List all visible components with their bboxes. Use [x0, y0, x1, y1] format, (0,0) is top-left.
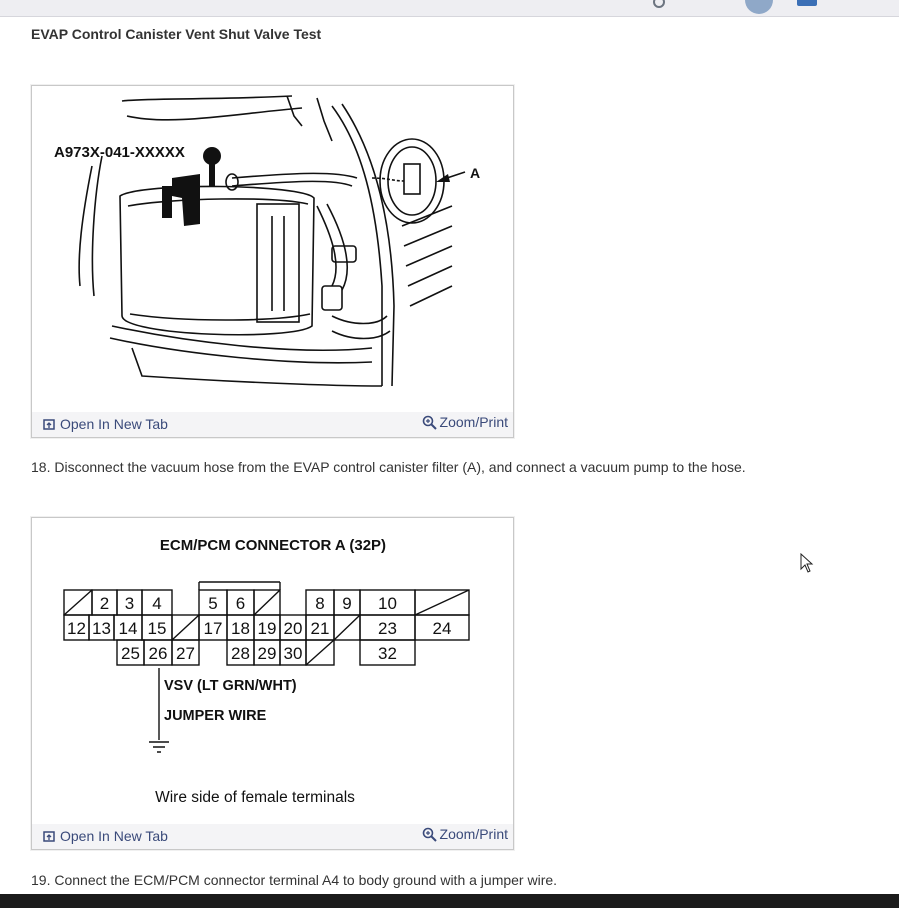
step-19-text: 19. Connect the ECM/PCM connector termin… — [31, 872, 558, 888]
terminal-number: 26 — [149, 644, 168, 663]
connector-cell-line — [305, 639, 335, 666]
account-icon[interactable] — [797, 0, 817, 6]
zoom-icon — [422, 827, 437, 842]
avatar[interactable] — [745, 0, 773, 14]
terminal-number: 23 — [378, 619, 397, 638]
ground-symbol-icon — [149, 741, 169, 753]
open-in-new-tab-link[interactable]: Open In New Tab — [43, 828, 168, 844]
part-number-label: A973X-041-XXXXX — [54, 144, 185, 161]
terminal-number: 17 — [204, 619, 223, 638]
terminal-number: 5 — [208, 594, 217, 613]
zoom-icon — [422, 415, 437, 430]
connector-cell-line — [63, 589, 93, 616]
callout-a: A — [470, 165, 480, 181]
jumper-wire-label: JUMPER WIRE — [164, 708, 267, 724]
terminal-number: 20 — [284, 619, 303, 638]
terminal-number: 3 — [125, 594, 134, 613]
open-in-new-tab-label: Open In New Tab — [60, 416, 168, 432]
terminal-number: 12 — [67, 619, 86, 638]
zoom-print-label: Zoom/Print — [439, 414, 508, 430]
mouse-cursor-icon — [800, 553, 814, 573]
terminal-number: 10 — [378, 594, 397, 613]
browser-top-bar — [0, 0, 899, 17]
figure-toolbar: Open In New Tab Zoom/Print — [32, 824, 513, 849]
step-18-text: 18. Disconnect the vacuum hose from the … — [31, 459, 746, 475]
terminal-number: 24 — [433, 619, 452, 638]
page-title: EVAP Control Canister Vent Shut Valve Te… — [31, 26, 322, 42]
open-in-new-tab-label: Open In New Tab — [60, 828, 168, 844]
connector-cell-line — [333, 614, 361, 641]
terminal-number: 29 — [258, 644, 277, 663]
terminal-number: 2 — [100, 594, 109, 613]
connector-title: ECM/PCM CONNECTOR A (32P) — [160, 537, 386, 554]
ecm-connector-diagram: ECM/PCM CONNECTOR A (32P) 2 3 4 5 6 8 9 1012 13 1… — [63, 537, 470, 806]
vsv-label: VSV (LT GRN/WHT) — [164, 678, 297, 694]
ecm-connector-illustration: ECM/PCM CONNECTOR A (32P) 2 3 4 5 6 8 9 10 12 13 1… — [32, 518, 513, 824]
figure-ecm-connector: ECM/PCM CONNECTOR A (32P) 2 3 4 5 6 8 9 10 12 13 1… — [31, 517, 514, 850]
terminal-number: 14 — [119, 619, 138, 638]
terminal-number: 28 — [231, 644, 250, 663]
zoom-print-link[interactable]: Zoom/Print — [422, 826, 508, 842]
terminal-number: 15 — [148, 619, 167, 638]
evap-canister-drawing: A973X-041-XXXXX A — [54, 95, 480, 387]
search-icon[interactable] — [653, 0, 665, 8]
terminal-number: 25 — [121, 644, 140, 663]
terminal-number: 27 — [176, 644, 195, 663]
terminal-number: 21 — [311, 619, 330, 638]
terminal-number: 30 — [284, 644, 303, 663]
terminal-number: 18 — [231, 619, 250, 638]
zoom-print-label: Zoom/Print — [439, 826, 508, 842]
terminal-number: 13 — [92, 619, 111, 638]
figure-evap-canister: A973X-041-XXXXX A Open In New Tab Zoom/P… — [31, 85, 514, 438]
wire-side-caption: Wire side of female terminals — [155, 789, 355, 806]
zoom-print-link[interactable]: Zoom/Print — [422, 414, 508, 430]
terminal-number: 4 — [152, 594, 161, 613]
terminal-number: 8 — [315, 594, 324, 613]
connector-cell-line — [253, 589, 281, 616]
terminal-number: 32 — [378, 644, 397, 663]
figure-toolbar: Open In New Tab Zoom/Print — [32, 412, 513, 437]
connector-cell-line — [171, 614, 200, 641]
terminal-number: 19 — [258, 619, 277, 638]
open-in-new-tab-link[interactable]: Open In New Tab — [43, 416, 168, 432]
terminal-number: 9 — [342, 594, 351, 613]
evap-canister-illustration: A973X-041-XXXXX A — [32, 86, 513, 412]
open-in-new-tab-icon — [43, 831, 55, 842]
taskbar — [0, 894, 899, 908]
connector-cell-line — [414, 589, 470, 616]
open-in-new-tab-icon — [43, 419, 55, 430]
terminal-number: 6 — [236, 594, 245, 613]
